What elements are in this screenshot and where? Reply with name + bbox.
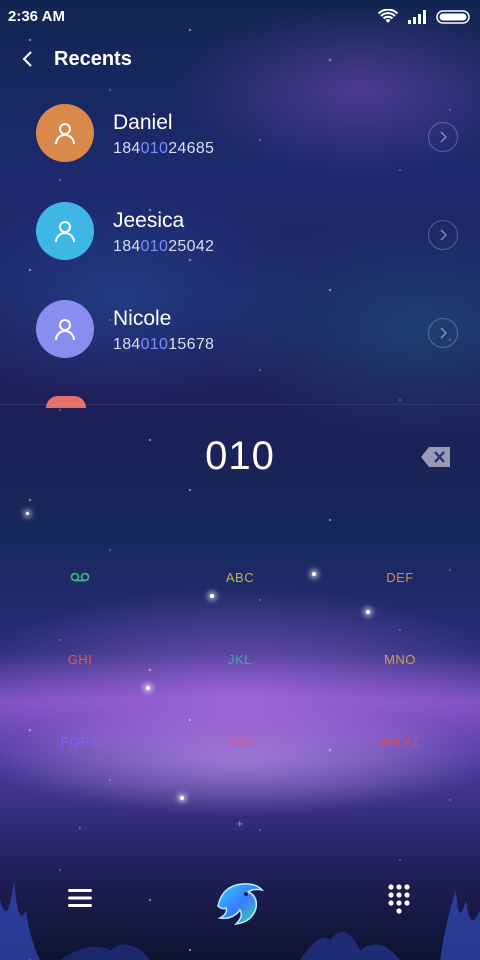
contact-name: Nicole bbox=[113, 307, 172, 330]
key-8[interactable]: 8 TUV bbox=[160, 682, 320, 768]
back-icon bbox=[22, 51, 32, 67]
key-digit: 7 bbox=[65, 682, 94, 733]
key-letters: WXYZ bbox=[380, 734, 420, 749]
page-title: Recents bbox=[54, 48, 132, 70]
keypad-toggle-button[interactable] bbox=[388, 884, 410, 919]
key-digit: # bbox=[381, 764, 419, 815]
chevron-right-icon bbox=[440, 229, 447, 241]
key-letters: , bbox=[77, 816, 83, 831]
avatar bbox=[36, 104, 94, 162]
contact-number: 18401015678 bbox=[113, 336, 215, 353]
backspace-button[interactable] bbox=[420, 446, 452, 468]
wifi-icon bbox=[377, 8, 399, 30]
contact-number: 18401024685 bbox=[113, 140, 215, 157]
voicemail-icon bbox=[70, 572, 90, 582]
status-bar: 2:36 AM bbox=[0, 0, 480, 34]
keypad-icon bbox=[388, 884, 410, 914]
header: Recents bbox=[0, 40, 480, 80]
key-hash[interactable]: # bbox=[320, 764, 480, 850]
key-letters: JKL bbox=[228, 652, 252, 667]
dolphin-call-icon bbox=[217, 883, 265, 926]
key-digit: 6 bbox=[385, 600, 414, 651]
person-icon bbox=[55, 123, 75, 145]
signal-icon bbox=[408, 10, 426, 29]
key-9[interactable]: 9 WXYZ bbox=[320, 682, 480, 768]
key-5[interactable]: 5 JKL bbox=[160, 600, 320, 686]
contact-item[interactable]: Nicole 18401015678 bbox=[0, 294, 480, 392]
person-icon bbox=[55, 319, 75, 341]
key-7[interactable]: 7 PQRS bbox=[0, 682, 160, 768]
key-letters bbox=[0, 570, 160, 585]
menu-button[interactable] bbox=[68, 888, 92, 913]
key-letters: ABC bbox=[225, 570, 255, 585]
key-star[interactable]: *, bbox=[0, 764, 160, 850]
key-digit: 0 bbox=[225, 764, 254, 815]
key-letters: + bbox=[235, 816, 245, 831]
key-digit: 4 bbox=[65, 600, 94, 651]
key-letters: DEF bbox=[386, 570, 414, 585]
menu-icon bbox=[68, 889, 92, 907]
status-icons bbox=[377, 8, 472, 30]
chevron-right-icon bbox=[440, 327, 447, 339]
details-button[interactable] bbox=[428, 220, 458, 250]
contact-number: 18401025042 bbox=[113, 238, 215, 255]
avatar bbox=[36, 202, 94, 260]
key-letters: GHI bbox=[67, 652, 93, 667]
key-digit: 5 bbox=[225, 600, 254, 651]
status-time: 2:36 AM bbox=[8, 8, 65, 25]
next-contact-avatar bbox=[46, 396, 86, 408]
contact-name: Jeesica bbox=[113, 209, 185, 232]
back-button[interactable] bbox=[14, 46, 40, 72]
person-icon bbox=[55, 221, 75, 243]
key-letters: TUV bbox=[226, 734, 254, 749]
battery-icon bbox=[436, 10, 472, 29]
details-button[interactable] bbox=[428, 318, 458, 348]
key-3[interactable]: 3 DEF bbox=[320, 518, 480, 604]
bottom-bar bbox=[0, 872, 480, 932]
key-1[interactable]: 1 bbox=[0, 518, 160, 604]
contact-item[interactable]: Daniel 18401024685 bbox=[0, 98, 480, 196]
key-digit: 9 bbox=[385, 682, 414, 733]
backspace-icon bbox=[421, 447, 450, 467]
key-digit: 3 bbox=[385, 518, 414, 569]
key-digit: 1 bbox=[65, 518, 94, 569]
key-2[interactable]: 2 ABC bbox=[160, 518, 320, 604]
details-button[interactable] bbox=[428, 122, 458, 152]
key-0[interactable]: 0 + bbox=[160, 764, 320, 850]
contact-name: Daniel bbox=[113, 111, 173, 134]
key-digit: 2 bbox=[225, 518, 254, 569]
call-button[interactable] bbox=[208, 876, 270, 935]
key-digit: * bbox=[68, 764, 91, 815]
key-letters: MNO bbox=[384, 652, 416, 667]
star bbox=[26, 512, 29, 515]
keypad: 1 2 ABC 3 DEF 4 GHI 5 JKL 6 MNO 7 PQRS 8 TUV 9 WXYZ *, 0 + # bbox=[0, 518, 480, 852]
key-6[interactable]: 6 MNO bbox=[320, 600, 480, 686]
dialer-screen: 2:36 AM Recents Daniel 18401024685 Jeesi… bbox=[0, 0, 480, 960]
chevron-right-icon bbox=[440, 131, 447, 143]
dialed-number: 010 bbox=[205, 434, 275, 478]
avatar bbox=[36, 300, 94, 358]
key-letters: PQRS bbox=[60, 734, 100, 749]
key-4[interactable]: 4 GHI bbox=[0, 600, 160, 686]
divider bbox=[0, 404, 480, 405]
key-digit: 8 bbox=[225, 682, 254, 733]
recents-list: Daniel 18401024685 Jeesica 18401025042 N… bbox=[0, 98, 480, 406]
contact-item[interactable]: Jeesica 18401025042 bbox=[0, 196, 480, 294]
